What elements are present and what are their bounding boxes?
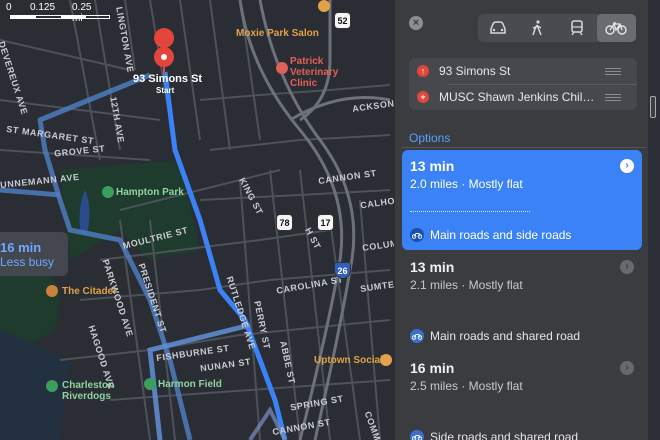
route-option-2[interactable]: 13 min 2.1 miles · Mostly flat › Main ro… bbox=[402, 251, 642, 351]
stop-destination-text[interactable]: MUSC Shawn Jenkins Childre... bbox=[439, 90, 599, 104]
bike-icon bbox=[410, 430, 424, 440]
route-stops: ↑ 93 Simons St + MUSC Shawn Jenkins Chil… bbox=[409, 58, 637, 110]
plus-icon: + bbox=[417, 91, 429, 103]
alt-route-badge[interactable]: 16 min Less busy bbox=[0, 232, 68, 276]
car-icon bbox=[490, 21, 506, 34]
chevron-right-icon[interactable]: › bbox=[620, 159, 634, 173]
bike-icon bbox=[410, 228, 424, 242]
alt-route-note: Less busy bbox=[0, 255, 55, 269]
poi-uptown-social[interactable]: Uptown Social bbox=[314, 355, 383, 366]
poi-harmon-field[interactable]: Harmon Field bbox=[158, 379, 222, 390]
scale-mid: 0.125 bbox=[30, 2, 56, 13]
route-road-text: Main roads and shared road bbox=[430, 329, 581, 343]
university-icon[interactable] bbox=[46, 285, 58, 297]
start-pin-label: 93 Simons St bbox=[133, 73, 203, 85]
veterinary-icon[interactable] bbox=[276, 62, 288, 74]
route-time: 13 min bbox=[410, 259, 455, 275]
poi-the-citadel[interactable]: The Citadel bbox=[62, 286, 116, 297]
route-road-type: Main roads and shared road bbox=[410, 329, 580, 343]
us52-shield: 52 bbox=[334, 12, 351, 29]
bike-icon bbox=[410, 329, 424, 343]
drag-handle-icon[interactable] bbox=[605, 93, 621, 101]
poi-vet-clinic[interactable]: Patrick Veterinary Clinic bbox=[290, 56, 360, 89]
route-option-3[interactable]: 16 min 2.5 miles · Mostly flat › Side ro… bbox=[402, 352, 642, 440]
stop-origin-text[interactable]: 93 Simons St bbox=[439, 64, 599, 78]
chevron-right-icon[interactable]: › bbox=[620, 260, 634, 274]
scale-bar bbox=[10, 15, 110, 19]
i26-shield: 26 bbox=[334, 262, 351, 279]
poi-hampton-park[interactable]: Hampton Park bbox=[116, 187, 184, 198]
route-meta: 2.5 miles · Mostly flat bbox=[410, 379, 523, 393]
map-scale: 0 0.125 0.25 mi bbox=[6, 2, 91, 24]
route-road-type: Main roads and side roads bbox=[410, 228, 571, 242]
us17-shield: 17 bbox=[317, 214, 334, 231]
pin-icon: ↑ bbox=[417, 65, 429, 77]
restaurant-icon[interactable] bbox=[380, 354, 392, 366]
scale-zero: 0 bbox=[6, 2, 12, 13]
scale-end: 0.25 mi bbox=[72, 2, 92, 24]
route-road-text: Side roads and shared road bbox=[430, 430, 579, 440]
options-divider bbox=[402, 147, 646, 148]
route-meta: 2.0 miles · Mostly flat bbox=[410, 177, 523, 191]
route-option-1[interactable]: 13 min 2.0 miles · Mostly flat › Main ro… bbox=[402, 150, 642, 250]
elevation-profile bbox=[410, 204, 530, 212]
map-edge bbox=[648, 0, 660, 440]
route-meta: 2.1 miles · Mostly flat bbox=[410, 278, 523, 292]
mode-bike[interactable] bbox=[596, 14, 636, 42]
scroll-handle[interactable] bbox=[650, 96, 656, 118]
chevron-right-icon[interactable]: › bbox=[620, 361, 634, 375]
alt-route-time: 16 min bbox=[0, 240, 42, 255]
route-road-type: Side roads and shared road bbox=[410, 430, 578, 440]
route-time: 16 min bbox=[410, 360, 455, 376]
stadium-icon[interactable] bbox=[46, 380, 58, 392]
drag-handle-icon[interactable] bbox=[605, 67, 621, 75]
park-icon[interactable] bbox=[102, 186, 114, 198]
start-pin-sub: Start bbox=[156, 86, 175, 95]
poi-marker-icon[interactable] bbox=[318, 0, 330, 12]
bike-icon bbox=[605, 22, 627, 35]
mode-walk[interactable] bbox=[518, 14, 558, 42]
options-heading: Options bbox=[409, 131, 451, 145]
route-time: 13 min bbox=[410, 158, 455, 174]
poi-moxie-salon[interactable]: Moxie Park Salon bbox=[236, 28, 319, 39]
transit-icon bbox=[571, 20, 583, 36]
poi-charleston-riverdogs[interactable]: Charleston Riverdogs bbox=[62, 380, 132, 402]
transport-mode-selector bbox=[478, 14, 636, 42]
walk-icon bbox=[532, 20, 542, 36]
field-icon[interactable] bbox=[144, 378, 156, 390]
mode-drive[interactable] bbox=[478, 14, 518, 42]
mode-transit[interactable] bbox=[557, 14, 597, 42]
stop-destination[interactable]: + MUSC Shawn Jenkins Childre... bbox=[409, 84, 637, 110]
us78-shield: 78 bbox=[276, 214, 293, 231]
route-road-text: Main roads and side roads bbox=[430, 228, 572, 242]
stop-origin[interactable]: ↑ 93 Simons St bbox=[409, 58, 637, 84]
close-button[interactable]: × bbox=[409, 16, 423, 30]
